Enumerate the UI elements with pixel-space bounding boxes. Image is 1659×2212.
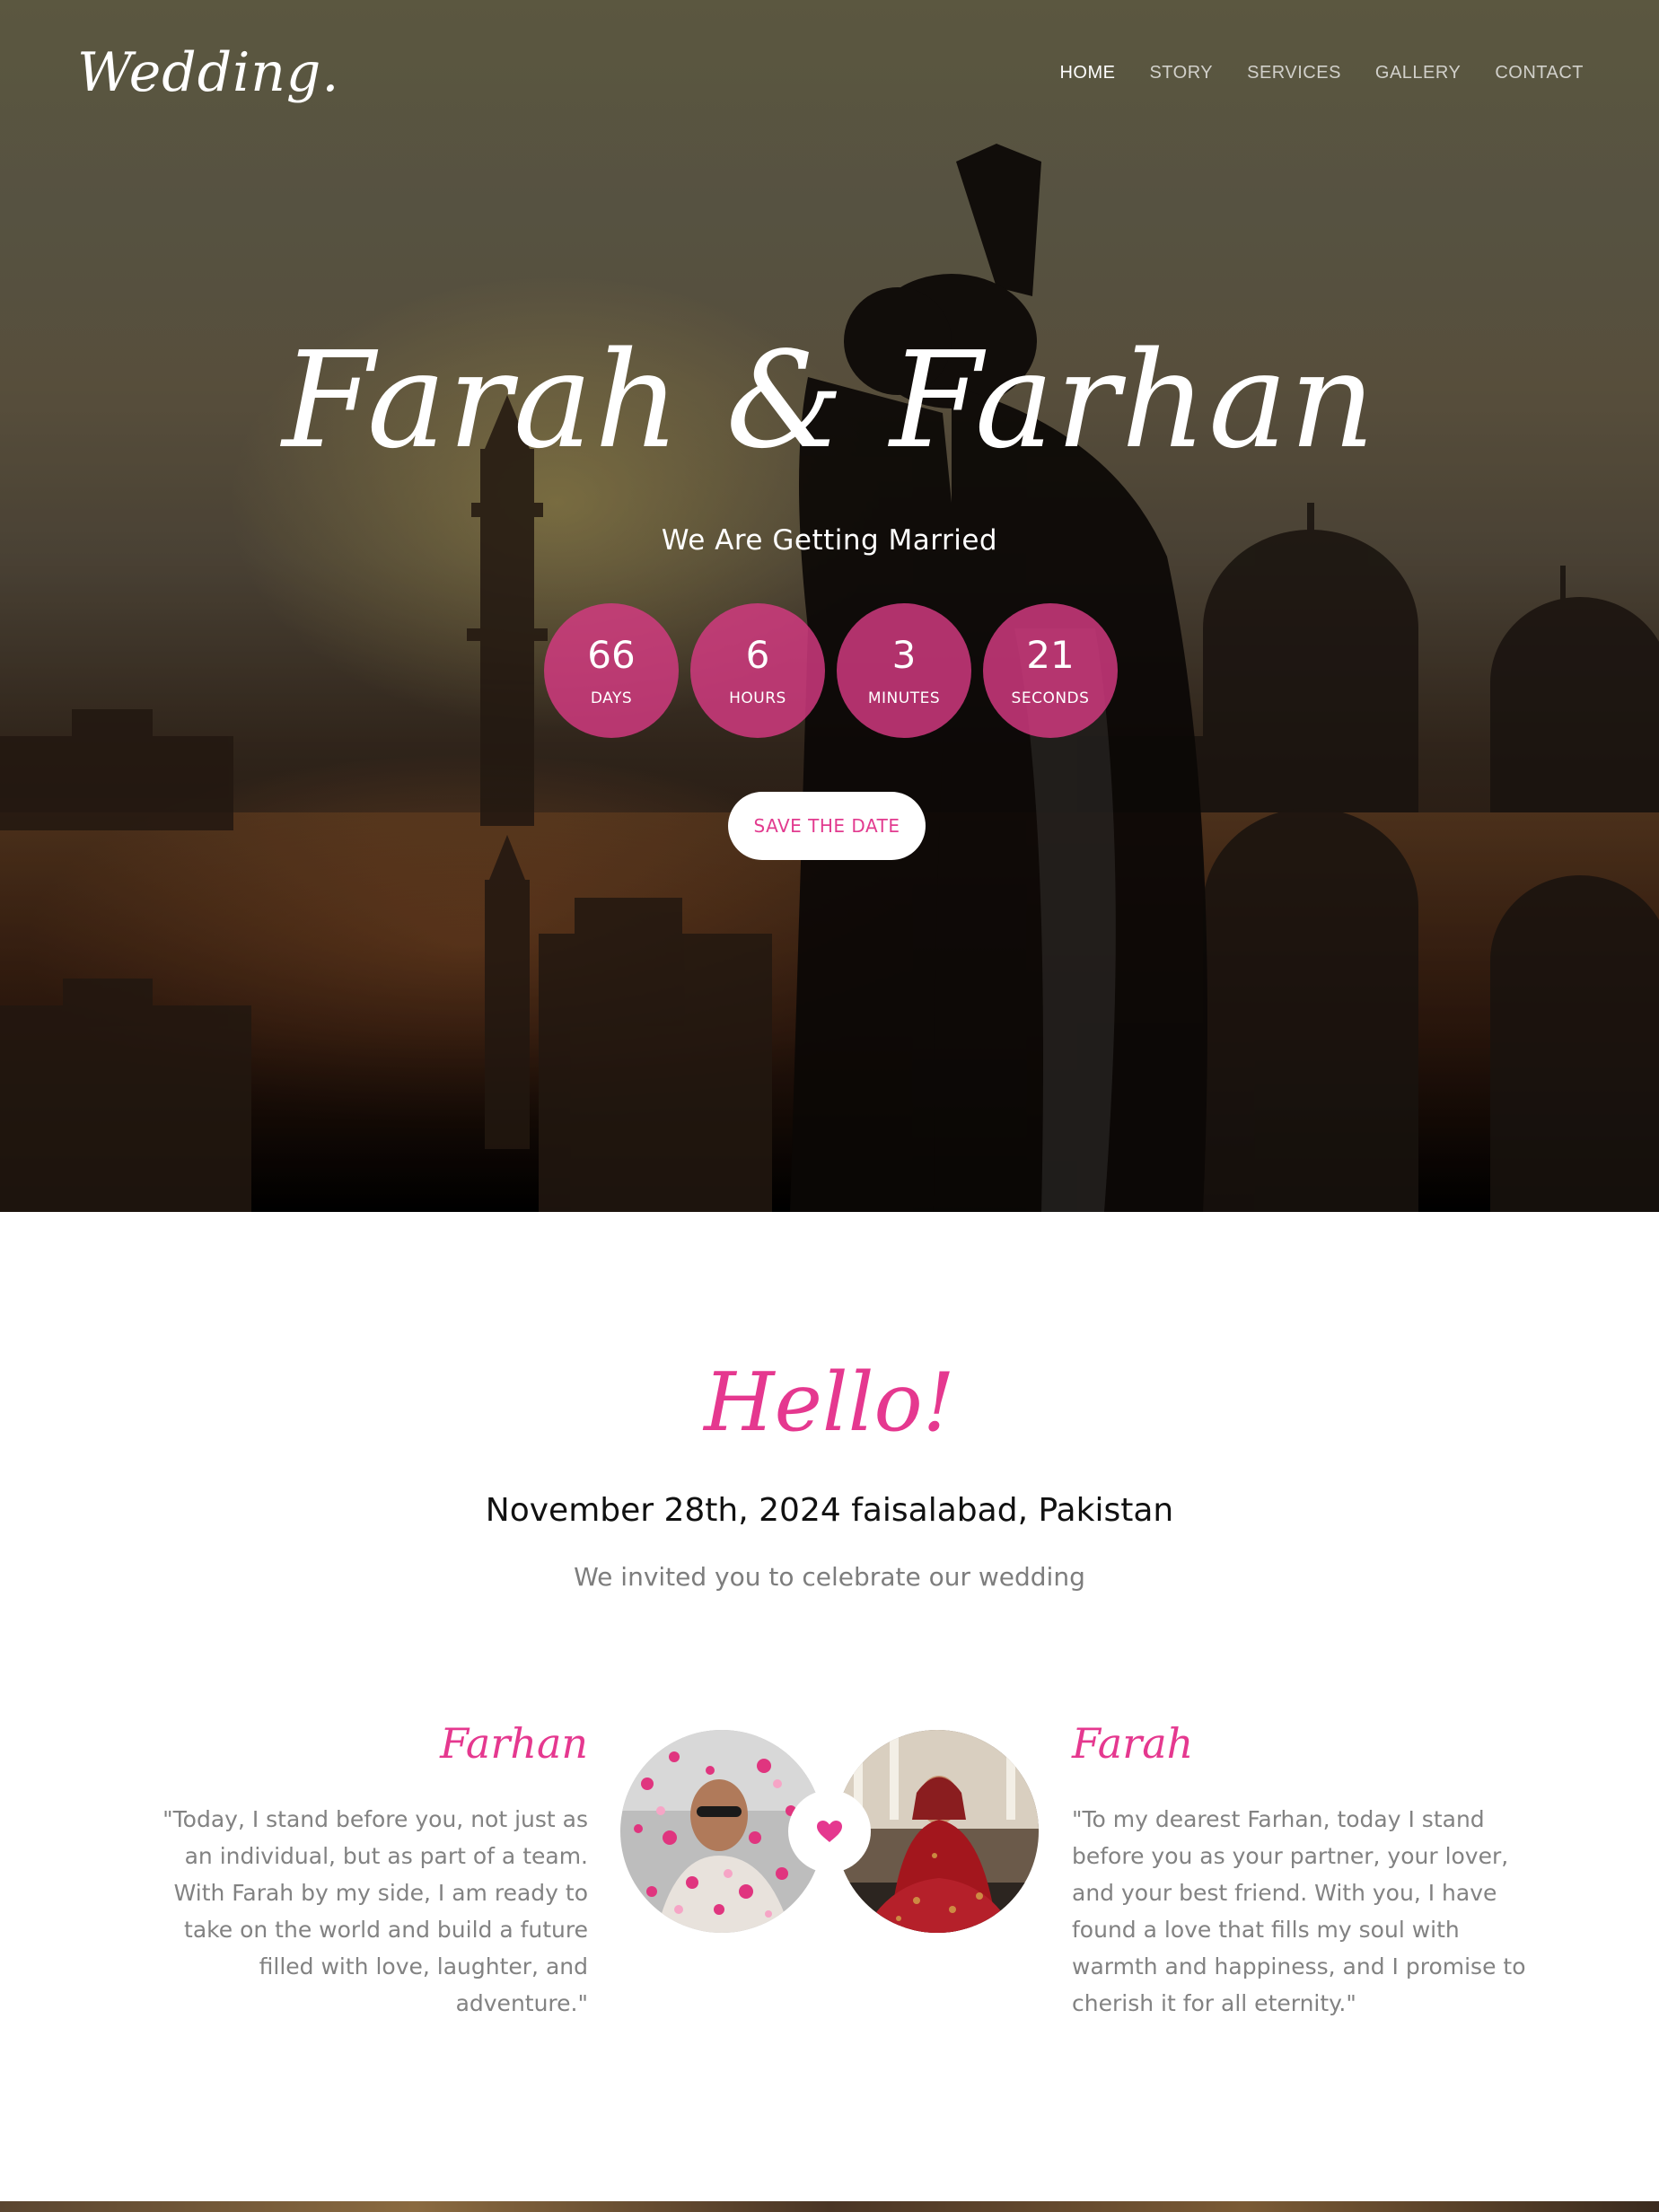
site-logo[interactable]: Wedding. xyxy=(77,41,339,104)
bride-name: Farah xyxy=(1072,1719,1194,1768)
event-date-location: November 28th, 2024 faisalabad, Pakistan xyxy=(485,1492,1174,1529)
hero-title: Farah & Farhan xyxy=(282,323,1377,478)
groom-name: Farhan xyxy=(440,1719,588,1768)
countdown-seconds: 21 SECONDS xyxy=(983,603,1118,738)
next-section-edge xyxy=(0,2201,1659,2212)
countdown-minutes: 3 MINUTES xyxy=(837,603,971,738)
countdown-timer: 66 DAYS 6 HOURS 3 MINUTES 21 SECONDS xyxy=(544,603,1118,738)
nav-item-gallery[interactable]: GALLERY xyxy=(1375,63,1461,83)
countdown-minutes-label: MINUTES xyxy=(867,689,941,707)
countdown-seconds-label: SECONDS xyxy=(1011,689,1090,707)
countdown-hours-label: HOURS xyxy=(729,689,786,707)
bride-quote: "To my dearest Farhan, today I stand bef… xyxy=(1072,1806,1526,2016)
countdown-days-label: DAYS xyxy=(590,689,633,707)
heart-icon xyxy=(817,1821,842,1842)
hero-section: Wedding. HOME STORY SERVICES GALLERY CON… xyxy=(0,0,1659,1212)
nav-item-services[interactable]: SERVICES xyxy=(1247,63,1341,83)
heart-badge xyxy=(788,1790,871,1873)
hero-subtitle: We Are Getting Married xyxy=(661,524,998,557)
nav-item-story[interactable]: STORY xyxy=(1149,63,1213,83)
countdown-days-value: 66 xyxy=(587,633,636,677)
countdown-minutes-value: 3 xyxy=(891,633,917,677)
groom-quote: "Today, I stand before you, not just as … xyxy=(162,1806,588,2016)
save-the-date-button[interactable]: SAVE THE DATE xyxy=(728,792,926,860)
hello-heading: Hello! xyxy=(704,1356,955,1450)
nav-item-contact[interactable]: CONTACT xyxy=(1495,63,1584,83)
invitation-text: We invited you to celebrate our wedding xyxy=(574,1562,1085,1592)
countdown-hours: 6 HOURS xyxy=(690,603,825,738)
nav-item-home[interactable]: HOME xyxy=(1059,63,1115,83)
countdown-days: 66 DAYS xyxy=(544,603,679,738)
main-nav: HOME STORY SERVICES GALLERY CONTACT xyxy=(1059,63,1584,83)
countdown-hours-value: 6 xyxy=(745,633,770,677)
countdown-seconds-value: 21 xyxy=(1026,633,1075,677)
